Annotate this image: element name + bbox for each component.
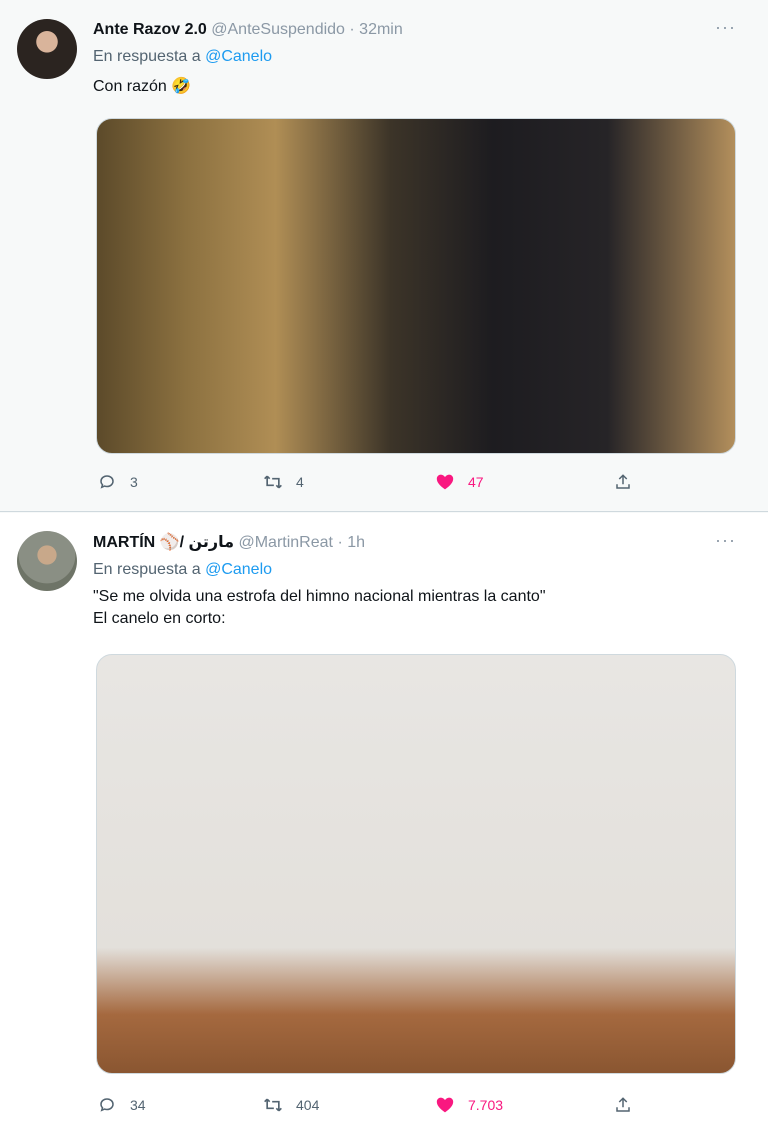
more-options-icon[interactable]: ··· (715, 18, 736, 36)
author-name[interactable]: Ante Razov 2.0 (93, 21, 207, 38)
tweet-photo[interactable] (96, 118, 736, 454)
replying-prefix: En respuesta a (93, 561, 201, 578)
author-handle[interactable]: @MartinReat (238, 534, 333, 551)
like-count: 47 (468, 474, 484, 490)
tweet-photo[interactable] (96, 654, 736, 1074)
tweet[interactable]: Ante Razov 2.0 @AnteSuspendido · 32min ·… (0, 0, 768, 512)
mention-link[interactable]: @Canelo (205, 48, 272, 65)
author-name-rtl[interactable]: مارتن (189, 534, 235, 551)
reply-count: 34 (130, 1097, 146, 1113)
reply-button[interactable]: 3 (96, 470, 138, 494)
tweet-header: MARTÍN ⚾/ مارتن @MartinReat · 1h (93, 534, 366, 551)
tweet-actions: 3 4 47 (96, 470, 656, 494)
comment-icon (96, 1094, 118, 1116)
tweet-time[interactable]: · 1h (337, 534, 365, 551)
author-handle[interactable]: @AnteSuspendido (211, 21, 345, 38)
baseball-emoji-icon: ⚾ (159, 534, 180, 551)
retweet-count: 4 (296, 474, 304, 490)
author-name[interactable]: MARTÍN (93, 534, 155, 551)
like-button[interactable]: 7.703 (434, 1093, 503, 1117)
more-options-icon[interactable]: ··· (715, 531, 736, 549)
share-button[interactable] (612, 1093, 634, 1117)
avatar[interactable] (17, 531, 77, 591)
reply-count: 3 (130, 474, 138, 490)
tweet-text: "Se me olvida una estrofa del himno naci… (93, 588, 546, 627)
replying-to: En respuesta a @Canelo (93, 48, 272, 66)
replying-to: En respuesta a @Canelo (93, 561, 272, 579)
mention-link[interactable]: @Canelo (205, 561, 272, 578)
retweet-icon (262, 1094, 284, 1116)
reply-button[interactable]: 34 (96, 1093, 146, 1117)
retweet-icon (262, 471, 284, 493)
comment-icon (96, 471, 118, 493)
retweet-button[interactable]: 4 (262, 470, 304, 494)
retweet-count: 404 (296, 1097, 320, 1113)
tweet-actions: 34 404 7.703 (96, 1093, 656, 1117)
like-count: 7.703 (468, 1097, 504, 1113)
like-button[interactable]: 47 (434, 470, 484, 494)
share-icon (612, 471, 634, 493)
tweet-time[interactable]: · 32min (349, 21, 402, 38)
replying-prefix: En respuesta a (93, 48, 201, 65)
tweet-text: Con razón 🤣 (93, 78, 192, 95)
heart-icon (434, 471, 456, 493)
retweet-button[interactable]: 404 (262, 1093, 319, 1117)
avatar[interactable] (17, 19, 77, 79)
share-icon (612, 1094, 634, 1116)
tweet-header: Ante Razov 2.0 @AnteSuspendido · 32min (93, 20, 403, 40)
tweet[interactable]: MARTÍN ⚾/ مارتن @MartinReat · 1h ··· En … (0, 513, 768, 1130)
share-button[interactable] (612, 470, 634, 494)
heart-icon (434, 1094, 456, 1116)
tweet-feed: Ante Razov 2.0 @AnteSuspendido · 32min ·… (0, 0, 768, 1130)
